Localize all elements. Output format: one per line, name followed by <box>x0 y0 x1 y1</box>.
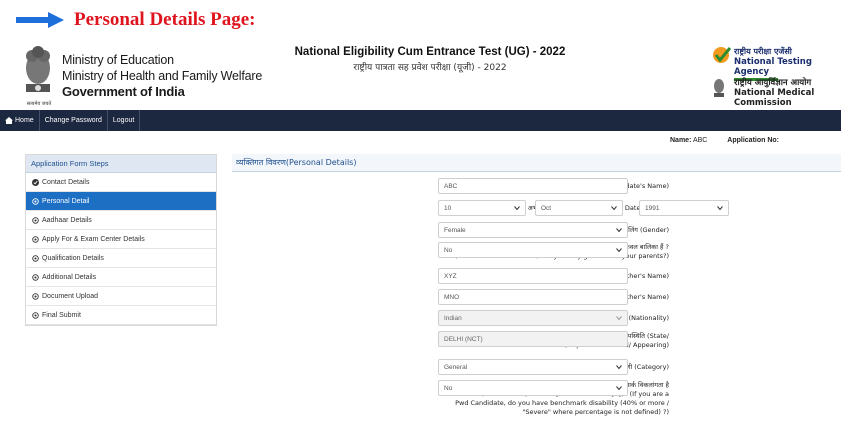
nationality-select[interactable]: Indian <box>438 310 628 326</box>
nmc-name-en: National Medical Commission <box>734 88 815 108</box>
dob-year-value: 1991 <box>645 204 660 212</box>
name-label: Name: <box>670 137 692 144</box>
exam-title-hi: राष्ट्रीय पात्रता सह प्रवेश परीक्षा (यूज… <box>353 63 507 73</box>
nationality-value: Indian <box>444 314 462 322</box>
step-label: Contact Details <box>42 178 90 186</box>
gender-select[interactable]: Female <box>438 222 628 238</box>
nmc-emblem-icon <box>714 79 724 97</box>
pwd-select[interactable]: No <box>438 380 628 396</box>
national-emblem-icon <box>26 46 50 92</box>
circle-icon <box>32 197 39 205</box>
arrow-right-icon <box>16 12 64 28</box>
nav-change-password[interactable]: Change Password <box>40 110 108 131</box>
nav-home[interactable]: Home <box>0 110 40 131</box>
pwd-label-line-4: "Severe" where percentage is not defined… <box>522 408 669 416</box>
step-label: Final Submit <box>42 311 81 319</box>
check-circle-icon <box>32 178 39 186</box>
circle-icon <box>32 311 39 319</box>
home-icon <box>5 117 13 124</box>
page-heading: Personal Details Page: <box>16 6 256 34</box>
step-aadhaar-details[interactable]: Aadhaar Details <box>26 211 216 230</box>
category-select[interactable]: General <box>438 359 628 375</box>
circle-icon <box>32 235 39 243</box>
pwd-value: No <box>444 384 453 392</box>
ministry-block: Ministry of Education Ministry of Health… <box>62 52 262 100</box>
name-value: ABC <box>692 137 708 144</box>
chevron-down-icon <box>616 316 622 320</box>
candidate-info-bar: Name: ABC Application No: <box>670 137 779 144</box>
nav-home-label: Home <box>15 117 34 124</box>
page-heading-text: Personal Details Page: <box>74 9 256 30</box>
application-no-label: Application No: <box>727 137 779 144</box>
step-label: Apply For & Exam Center Details <box>42 235 145 243</box>
step-contact-details[interactable]: Contact Details <box>26 173 216 192</box>
chevron-down-icon <box>514 206 520 210</box>
dob-month-value: Oct <box>541 204 552 212</box>
step-label: Aadhaar Details <box>42 216 92 224</box>
ministry-line-3: Government of India <box>62 84 185 99</box>
emblem-caption: सत्यमेव जयते <box>26 101 52 107</box>
step-personal-detail[interactable]: Personal Detail <box>26 192 216 211</box>
circle-icon <box>32 254 39 262</box>
dob-year-select[interactable]: 1991 <box>639 200 729 216</box>
site-header: सत्यमेव जयते Ministry of Education Minis… <box>0 38 841 110</box>
ministry-line-2: Ministry of Health and Family Welfare <box>62 69 263 83</box>
nta-name-en: National Testing Agency <box>734 57 812 77</box>
application-steps-panel: Application Form Steps Contact Details P… <box>25 154 217 326</box>
steps-title: Application Form Steps <box>26 155 216 173</box>
girl-child-select[interactable]: No <box>438 242 628 258</box>
step-final-submit[interactable]: Final Submit <box>26 306 216 325</box>
chevron-down-icon <box>717 206 723 210</box>
circle-icon <box>32 216 39 224</box>
dob-day-select[interactable]: 10 <box>438 200 526 216</box>
step-additional-details[interactable]: Additional Details <box>26 268 216 287</box>
step-label: Document Upload <box>42 292 99 300</box>
circle-icon <box>32 273 39 281</box>
category-value: General <box>444 363 468 371</box>
exam-title-en: National Eligibility Cum Entrance Test (… <box>294 46 566 58</box>
state-value: DELHI (NCT) <box>444 335 483 343</box>
nta-name-hi: राष्ट्रीय परीक्षा एजेंसी <box>734 47 792 56</box>
chevron-down-icon <box>616 228 622 232</box>
dob-month-select[interactable]: Oct <box>535 200 623 216</box>
form-title: व्यक्तिगत विवरण(Personal Details) <box>232 154 841 172</box>
chevron-down-icon <box>611 206 617 210</box>
dob-day-value: 10 <box>444 204 452 212</box>
top-navbar: Home Change Password Logout <box>0 110 841 131</box>
state-select[interactable]: DELHI (NCT) <box>438 331 628 347</box>
nmc-name-hi: राष्ट्रीय आयुर्विज्ञान आयोग <box>734 78 812 88</box>
ministry-line-1: Ministry of Education <box>62 53 174 67</box>
pwd-label-line-3: Pwd Candidate, do you have benchmark dis… <box>455 399 669 407</box>
chevron-down-icon <box>616 365 622 369</box>
step-exam-center-details[interactable]: Apply For & Exam Center Details <box>26 230 216 249</box>
step-label: Additional Details <box>42 273 97 281</box>
mother-name-input[interactable]: MNO <box>438 289 628 305</box>
gender-value: Female <box>444 226 466 234</box>
exam-title: National Eligibility Cum Entrance Test (… <box>290 46 570 73</box>
step-qualification-details[interactable]: Qualification Details <box>26 249 216 268</box>
chevron-down-icon <box>616 248 622 252</box>
nav-logout[interactable]: Logout <box>108 110 141 131</box>
step-label: Personal Detail <box>42 197 90 205</box>
girl-child-value: No <box>444 246 453 254</box>
personal-details-form: व्यक्तिगत विवरण(Personal Details) अभ्यर्… <box>232 154 841 416</box>
step-document-upload[interactable]: Document Upload <box>26 287 216 306</box>
father-name-input[interactable]: XYZ <box>438 268 628 284</box>
circle-icon <box>32 292 39 300</box>
nta-check-icon <box>713 47 732 63</box>
candidate-name-input[interactable]: ABC <box>438 178 628 194</box>
chevron-down-icon <box>616 386 622 390</box>
step-label: Qualification Details <box>42 254 104 262</box>
